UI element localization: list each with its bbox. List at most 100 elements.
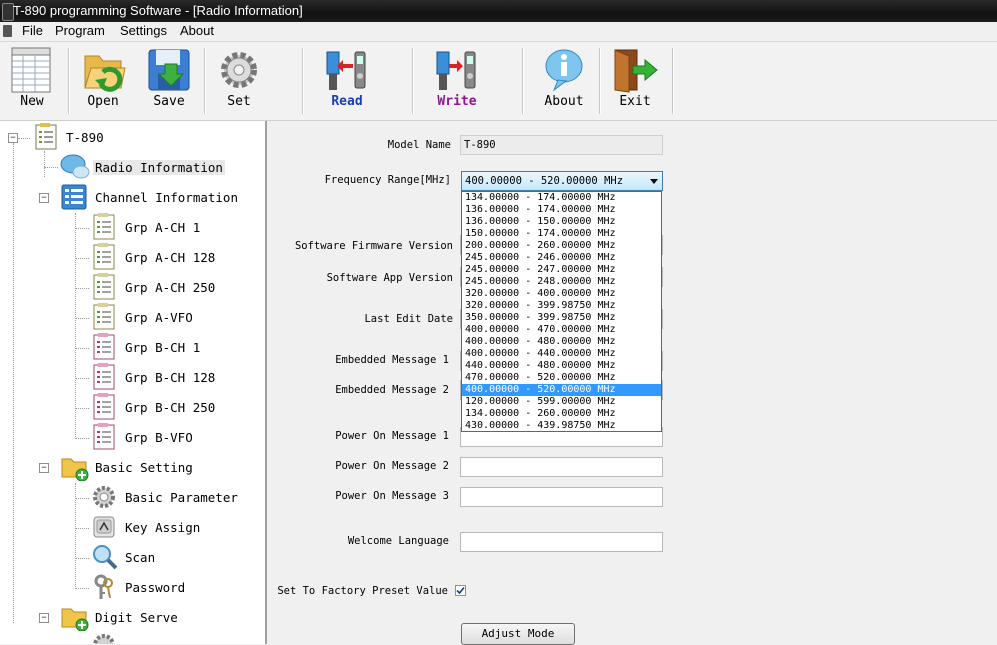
menu-settings[interactable]: Settings [120, 23, 167, 38]
tree-line [75, 558, 89, 559]
menu-program[interactable]: Program [55, 23, 105, 38]
set-button[interactable]: Set [208, 42, 270, 116]
folder-add-icon [61, 458, 89, 481]
frequency-option[interactable]: 400.00000 - 470.00000 MHz [462, 324, 661, 336]
toolbar-divider [412, 48, 414, 114]
tree-label: Grp A-CH 1 [125, 220, 201, 235]
tree-label: Grp B-CH 250 [125, 400, 216, 415]
write-button[interactable]: Write [426, 42, 488, 116]
tree-line [75, 528, 89, 529]
tree-label: Grp B-CH 1 [125, 340, 201, 355]
tree-label: Basic Parameter [125, 490, 238, 505]
info-icon [545, 49, 583, 92]
read-label: Read [331, 94, 363, 109]
frequency-option[interactable]: 400.00000 - 520.00000 MHz [462, 384, 661, 396]
tree-line [75, 318, 89, 319]
gear-icon [221, 52, 257, 88]
read-button[interactable]: Read [316, 42, 378, 116]
toolbar-divider [302, 48, 304, 114]
about-button[interactable]: About [533, 42, 595, 116]
tree-line [75, 378, 89, 379]
frequency-option[interactable]: 400.00000 - 480.00000 MHz [462, 336, 661, 348]
power-on-message-1-label: Power On Message 1 [335, 430, 449, 442]
frequency-option[interactable]: 136.00000 - 150.00000 MHz [462, 216, 661, 228]
toolbar-divider [68, 48, 70, 114]
welcome-language-label: Welcome Language [347, 535, 449, 547]
frequency-option[interactable]: 150.00000 - 174.00000 MHz [462, 228, 661, 240]
frequency-range-select[interactable]: 400.00000 - 520.00000 MHz [461, 171, 663, 191]
collapse-toggle[interactable]: − [39, 193, 49, 203]
open-button[interactable]: Open [72, 42, 134, 116]
tree-label: T-890 [66, 130, 104, 145]
chevron-down-icon [650, 179, 658, 184]
exit-label: Exit [619, 94, 651, 109]
model-name-label: Model Name [387, 139, 451, 151]
gear-icon [93, 486, 115, 508]
tree-line [75, 438, 89, 439]
open-label: Open [87, 94, 119, 109]
exit-button[interactable]: Exit [604, 42, 666, 116]
new-label: New [20, 94, 44, 109]
frequency-option[interactable]: 320.00000 - 400.00000 MHz [462, 288, 661, 300]
write-label: Write [437, 94, 477, 109]
list-grid-icon [61, 184, 87, 210]
tree-label: Grp A-CH 250 [125, 280, 216, 295]
frequency-option[interactable]: 120.00000 - 599.00000 MHz [462, 396, 661, 408]
frequency-option[interactable]: 134.00000 - 260.00000 MHz [462, 408, 661, 420]
tree-label: Scan [125, 550, 156, 565]
document-list-icon [35, 123, 57, 150]
menu-bar: File Program Settings About [0, 22, 997, 42]
collapse-toggle[interactable]: − [8, 133, 18, 143]
collapse-toggle[interactable]: − [39, 463, 49, 473]
embedded-message-2-label: Embedded Message 2 [335, 384, 449, 396]
power-on-message-2-label: Power On Message 2 [335, 460, 449, 472]
collapse-toggle[interactable]: − [39, 613, 49, 623]
last-edit-date-label: Last Edit Date [364, 313, 453, 325]
frequency-option[interactable]: 470.00000 - 520.00000 MHz [462, 372, 661, 384]
magnifier-icon [93, 545, 118, 570]
power-on-message-2-field[interactable] [460, 457, 663, 477]
frequency-option[interactable]: 320.00000 - 399.98750 MHz [462, 300, 661, 312]
frequency-option[interactable]: 136.00000 - 174.00000 MHz [462, 204, 661, 216]
power-on-message-3-field[interactable] [460, 487, 663, 507]
tree-label: Digit Serve [95, 610, 178, 625]
adjust-mode-button[interactable]: Adjust Mode [461, 623, 575, 645]
frequency-option[interactable]: 440.00000 - 480.00000 MHz [462, 360, 661, 372]
new-button[interactable]: New [1, 42, 63, 116]
model-name-field[interactable]: T-890 [460, 135, 663, 155]
tree-label: Grp A-CH 128 [125, 250, 216, 265]
tree-label: Channel Information [95, 190, 238, 205]
frequency-range-dropdown[interactable]: 134.00000 - 174.00000 MHz 136.00000 - 174… [461, 191, 662, 432]
open-folder-icon [84, 55, 126, 92]
frequency-option[interactable]: 134.00000 - 174.00000 MHz [462, 192, 661, 204]
green-list-icon [93, 273, 115, 300]
folder-add-icon [61, 608, 89, 631]
welcome-language-field[interactable] [460, 532, 663, 552]
frequency-option[interactable]: 245.00000 - 247.00000 MHz [462, 264, 661, 276]
tree-label: Key Assign [125, 520, 201, 535]
window-title: T-890 programming Software - [Radio Info… [13, 3, 303, 18]
tree-line [13, 143, 14, 623]
red-list-icon [93, 423, 115, 450]
save-button[interactable]: Save [138, 42, 200, 116]
frequency-option[interactable]: 430.00000 - 439.98750 MHz [462, 420, 661, 431]
tree-label: Basic Setting [95, 460, 193, 475]
frequency-option[interactable]: 245.00000 - 246.00000 MHz [462, 252, 661, 264]
frequency-option[interactable]: 350.00000 - 399.98750 MHz [462, 312, 661, 324]
tree-line [44, 151, 45, 177]
frequency-option[interactable]: 400.00000 - 440.00000 MHz [462, 348, 661, 360]
factory-preset-checkbox[interactable] [455, 585, 466, 596]
green-list-icon [93, 243, 115, 270]
radio-icon [3, 25, 12, 37]
firmware-version-label: Software Firmware Version [294, 240, 453, 252]
frequency-option[interactable]: 245.00000 - 248.00000 MHz [462, 276, 661, 288]
chat-bubble-icon [60, 154, 90, 179]
keys-icon [94, 574, 113, 599]
frequency-range-value: 400.00000 - 520.00000 MHz [465, 175, 624, 187]
save-label: Save [153, 94, 185, 109]
frequency-option[interactable]: 200.00000 - 260.00000 MHz [462, 240, 661, 252]
menu-file[interactable]: File [22, 23, 43, 38]
tree-line [75, 408, 89, 409]
menu-about[interactable]: About [180, 23, 214, 38]
red-list-icon [93, 393, 115, 420]
